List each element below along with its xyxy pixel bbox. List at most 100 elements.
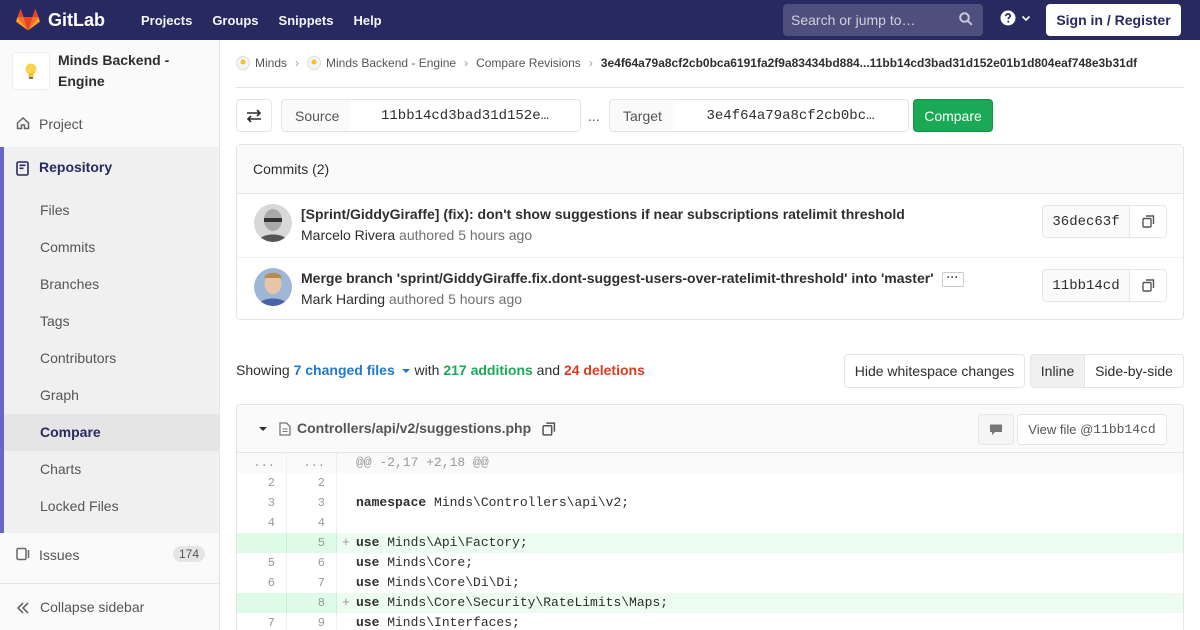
code-line: namespace Minds\Controllers\api\v2; xyxy=(356,493,629,513)
avatar[interactable] xyxy=(254,268,292,306)
new-line-number[interactable]: 8 xyxy=(287,593,337,613)
old-line-number[interactable]: 2 xyxy=(237,473,287,493)
hide-whitespace-button[interactable]: Hide whitespace changes xyxy=(844,354,1025,388)
caret-down-icon[interactable] xyxy=(258,425,268,433)
avatar[interactable] xyxy=(254,204,292,242)
changed-files-dropdown[interactable]: 7 changed files xyxy=(294,362,411,378)
sidebar-item-graph[interactable]: Graph xyxy=(40,387,79,403)
file-path[interactable]: Controllers/api/v2/suggestions.php xyxy=(297,420,531,436)
commit-sha-link[interactable]: 11bb14cd xyxy=(1042,269,1130,302)
target-revision-dropdown[interactable]: 3e4f64a79a8cf2cb0bc… xyxy=(673,99,909,132)
added-marker: + xyxy=(342,595,350,610)
lightbulb-icon xyxy=(25,63,37,79)
file-diff: Controllers/api/v2/suggestions.php View … xyxy=(236,404,1184,630)
diff-line: 6 7 use Minds\Core\Di\Di; xyxy=(237,573,1183,593)
commit-sha-link[interactable]: 36dec63f xyxy=(1042,205,1130,238)
breadcrumb-item-group[interactable]: Minds xyxy=(236,56,287,70)
side-by-side-view-button[interactable]: Side-by-side xyxy=(1084,354,1184,388)
compare-button[interactable]: Compare xyxy=(913,99,993,132)
commit-author-link[interactable]: Mark Harding xyxy=(301,291,385,307)
copy-sha-button[interactable] xyxy=(1130,205,1167,238)
sidebar-item-charts[interactable]: Charts xyxy=(40,461,81,477)
sidebar-item-issues[interactable]: Issues 174 xyxy=(0,535,219,575)
copy-sha-button[interactable] xyxy=(1130,269,1167,302)
nav-link-help[interactable]: Help xyxy=(353,13,381,28)
diff-line: 44 xyxy=(237,513,1183,533)
copy-icon[interactable] xyxy=(542,422,556,436)
old-line-number[interactable]: 6 xyxy=(237,573,287,593)
commits-list: Commits (2) [Sprint/GiddyGiraffe] (fix):… xyxy=(236,144,1184,320)
collapse-sidebar-button[interactable]: Collapse sidebar xyxy=(0,583,219,630)
old-line-number xyxy=(237,593,287,613)
old-line-number[interactable]: 7 xyxy=(237,613,287,630)
old-line-number[interactable]: 4 xyxy=(237,513,287,533)
new-line-number[interactable]: 5 xyxy=(287,533,337,553)
old-line-number[interactable]: 5 xyxy=(237,553,287,573)
inline-view-button[interactable]: Inline xyxy=(1030,354,1085,388)
breadcrumb-label: Minds xyxy=(255,56,288,70)
new-line-number[interactable]: 6 xyxy=(287,553,337,573)
deletions-count: 24 deletions xyxy=(563,362,645,378)
commit-time: authored 5 hours ago xyxy=(385,291,523,307)
comments-toggle-button[interactable] xyxy=(978,414,1014,445)
breadcrumb-separator-icon: › xyxy=(588,56,593,70)
nav-links: Projects Groups Snippets Help xyxy=(141,13,402,28)
copy-icon xyxy=(1141,215,1154,228)
commit-title-link[interactable]: [Sprint/GiddyGiraffe] (fix): don't show … xyxy=(301,206,905,222)
issues-count-badge: 174 xyxy=(172,546,205,562)
sidebar-item-files[interactable]: Files xyxy=(40,202,70,218)
code-keyword: use xyxy=(356,535,380,550)
sidebar-item-repository[interactable]: Repository xyxy=(39,159,112,175)
commit-row: Merge branch 'sprint/GiddyGiraffe.fix.do… xyxy=(237,257,1183,320)
nav-link-snippets[interactable]: Snippets xyxy=(279,13,334,28)
sidebar-item-project[interactable]: Project xyxy=(0,104,219,144)
new-line-number[interactable]: 9 xyxy=(287,613,337,630)
new-line-number[interactable]: 7 xyxy=(287,573,337,593)
sidebar-item-tags[interactable]: Tags xyxy=(40,313,70,329)
sidebar-item-contributors[interactable]: Contributors xyxy=(40,350,116,366)
code-text: Minds\Interfaces; xyxy=(379,615,520,630)
additions-count: 217 additions xyxy=(443,362,533,378)
breadcrumb-item-project[interactable]: Minds Backend - Engine xyxy=(307,56,456,70)
expand-description-button[interactable]: ··· xyxy=(941,271,964,287)
view-file-button[interactable]: View file @ 11bb14cd xyxy=(1017,414,1167,445)
code-line: use Minds\Core\Security\RateLimits\Maps; xyxy=(356,593,668,613)
search-icon[interactable] xyxy=(959,12,973,26)
project-header[interactable]: Minds Backend - Engine xyxy=(0,40,219,103)
new-line-number[interactable]: 4 xyxy=(287,513,337,533)
nav-link-projects[interactable]: Projects xyxy=(141,13,192,28)
diff-line-added: 8 + use Minds\Core\Security\RateLimits\Map… xyxy=(237,593,1183,613)
sidebar-item-compare[interactable]: Compare xyxy=(40,424,101,440)
code-keyword: use xyxy=(356,595,380,610)
divider xyxy=(236,87,1184,88)
home-icon xyxy=(16,116,30,130)
avatar-image xyxy=(254,268,292,306)
breadcrumb-item-compare[interactable]: Compare Revisions xyxy=(476,56,581,70)
commit-meta: Marcelo Rivera authored 5 hours ago xyxy=(301,227,532,243)
new-line-number[interactable]: 3 xyxy=(287,493,337,513)
summary-text: with xyxy=(410,362,444,378)
old-line-number[interactable]: 3 xyxy=(237,493,287,513)
commit-title-link[interactable]: Merge branch 'sprint/GiddyGiraffe.fix.do… xyxy=(301,270,934,286)
breadcrumb-current[interactable]: 3e4f64a79a8cf2cb0bca6191fa2f9a83434bd884… xyxy=(601,56,1137,70)
code-text: Minds\Controllers\api\v2; xyxy=(426,495,630,510)
diff-hunk-header: ...... @@ -2,17 +2,18 @@ xyxy=(237,453,1183,473)
nav-link-groups[interactable]: Groups xyxy=(212,13,258,28)
new-line-number[interactable]: 2 xyxy=(287,473,337,493)
gitlab-logo-link[interactable]: GitLab xyxy=(16,9,105,31)
commit-sha-group: 11bb14cd xyxy=(1042,269,1167,302)
swap-revisions-button[interactable] xyxy=(236,99,272,132)
commit-author-link[interactable]: Marcelo Rivera xyxy=(301,227,395,243)
sidebar-item-commits[interactable]: Commits xyxy=(40,239,95,255)
view-file-label: View file @ xyxy=(1028,422,1094,437)
sign-in-register-button[interactable]: Sign in / Register xyxy=(1046,4,1181,36)
sidebar-item-branches[interactable]: Branches xyxy=(40,276,99,292)
source-revision-dropdown[interactable]: 11bb14cd3bad31d152e… xyxy=(350,99,581,132)
help-dropdown[interactable] xyxy=(1000,10,1032,26)
commit-time: authored 5 hours ago xyxy=(395,227,533,243)
diff-line: 7 9 use Minds\Interfaces; xyxy=(237,613,1183,630)
sidebar-item-label: Project xyxy=(39,116,83,132)
search-input[interactable] xyxy=(791,12,951,28)
diff-line: 22 xyxy=(237,473,1183,493)
sidebar-item-locked-files[interactable]: Locked Files xyxy=(40,498,119,514)
